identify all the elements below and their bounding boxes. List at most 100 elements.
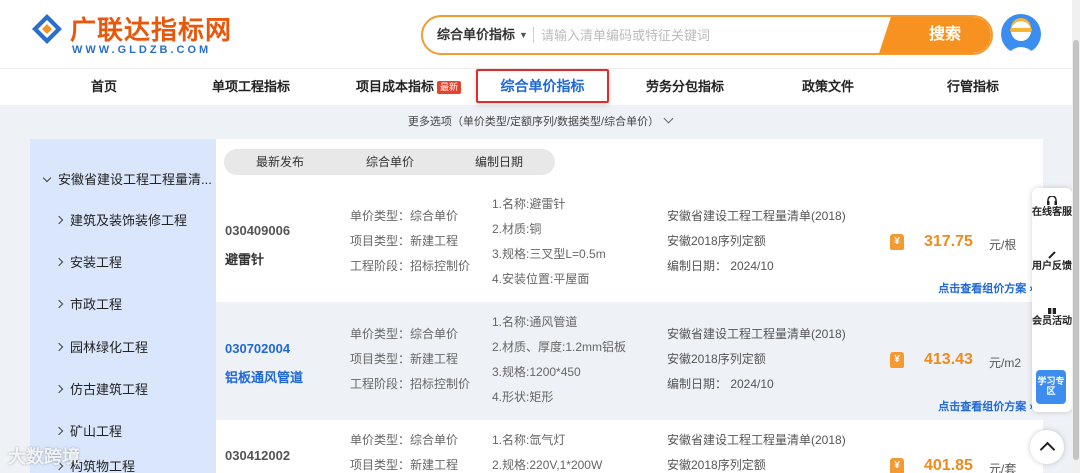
spec-line: 2.材质:铜 <box>492 222 542 236</box>
nav-unit-price-label: 综合单价指标 <box>500 78 585 94</box>
more-options[interactable]: 更多选项（单价类型/定额序列/数据类型/综合单价） <box>0 113 1080 129</box>
meta-price-type: 单价类型：综合单价 <box>350 327 459 341</box>
scrollbar-thumb[interactable] <box>1073 40 1079 460</box>
chevron-right-icon <box>54 257 64 267</box>
item-unit: 元/m2 <box>989 356 1022 370</box>
yuan-icon: ¥ <box>890 352 904 368</box>
item-spec: 1.名称:通风管道 2.材质、厚度:1.2mm铝板 3.规格:1200*450 … <box>492 310 626 410</box>
result-row[interactable]: 030702004 铝板通风管道 单价类型：综合单价 项目类型：新建工程 工程阶… <box>216 302 1043 420</box>
sidebar-item-label: 安装工程 <box>70 255 123 270</box>
sort-bar: 最新发布 综合单价 编制日期 <box>224 149 555 175</box>
sidebar-root[interactable]: 安徽省建设工程工程量清... <box>42 170 230 190</box>
nav-industry-index[interactable]: 行管指标 <box>947 69 999 105</box>
item-name[interactable]: 避雷针 <box>225 249 264 268</box>
spec-line: 1.名称:避雷针 <box>492 197 566 211</box>
sort-latest[interactable]: 最新发布 <box>256 149 304 175</box>
item-meta: 单价类型：综合单价 项目类型：新建工程 <box>350 428 458 473</box>
sidebar-item[interactable]: 建筑及装饰装修工程 <box>54 211 242 231</box>
item-spec: 1.名称:避雷针 2.材质:铜 3.规格:三叉型L=0.5m 4.安装位置:平屋… <box>492 192 606 292</box>
back-to-top-button[interactable] <box>1030 430 1064 464</box>
item-code[interactable]: 030702004 <box>225 341 290 356</box>
logo-text: 广联达指标网 <box>70 15 233 45</box>
caret-down-icon[interactable]: ▼ <box>519 17 528 53</box>
search-box: 综合单价指标 ▼ 搜索 <box>421 15 993 55</box>
sidebar-item[interactable]: 构筑物工程 <box>54 457 242 473</box>
more-options-label: 更多选项（单价类型/定额序列/数据类型/综合单价） <box>407 116 660 128</box>
chevron-right-icon <box>54 215 64 225</box>
info-quota: 安徽2018序列定额 <box>667 234 766 248</box>
info-standard: 安徽省建设工程工程量清单(2018) <box>667 433 846 447</box>
watermark: 大数跨境 <box>8 447 80 467</box>
yuan-icon: ¥ <box>890 234 904 250</box>
info-date: 编制日期： 2024/10 <box>667 259 774 273</box>
site-logo[interactable]: 广联达指标网 WWW.GLDZB.COM <box>30 10 240 56</box>
item-unit: 元/套 <box>989 462 1017 473</box>
nav-project-cost-label: 项目成本指标 <box>356 79 435 94</box>
category-sidebar: 安徽省建设工程工程量清... 建筑及装饰装修工程 安装工程 市政工程 园林绿化工… <box>30 139 216 473</box>
sidebar-item[interactable]: 园林绿化工程 <box>54 338 242 358</box>
item-info: 安徽省建设工程工程量清单(2018) 安徽2018序列定额 编制日期： 2024… <box>667 204 846 279</box>
result-row[interactable]: 030412002 单价类型：综合单价 项目类型：新建工程 1.名称:氙气灯 2… <box>216 420 1043 473</box>
spec-line: 2.材质、厚度:1.2mm铝板 <box>492 340 627 354</box>
info-quota: 安徽2018序列定额 <box>667 458 766 472</box>
user-feedback-label: 用户反馈 <box>1032 261 1072 272</box>
meta-price-type: 单价类型：综合单价 <box>350 209 459 223</box>
meta-stage: 工程阶段：招标控制价 <box>350 377 471 391</box>
pen-icon <box>1048 251 1056 259</box>
chevron-right-icon <box>54 426 64 436</box>
search-input[interactable] <box>541 21 901 49</box>
spec-line: 2.规格:220V,1*200W <box>492 458 603 472</box>
nav-unit-price[interactable]: 综合单价指标 <box>476 69 609 103</box>
sidebar-item[interactable]: 仿古建筑工程 <box>54 380 242 400</box>
item-code[interactable]: 030409006 <box>225 223 290 238</box>
item-code[interactable]: 030412002 <box>225 448 290 463</box>
sidebar-item[interactable]: 矿山工程 <box>54 422 242 442</box>
nav-home[interactable]: 首页 <box>91 69 117 105</box>
sidebar-item[interactable]: 安装工程 <box>54 253 242 273</box>
online-service-label: 在线客服 <box>1032 207 1072 218</box>
user-feedback-button[interactable]: 用户反馈 <box>1032 250 1072 272</box>
item-unit: 元/根 <box>989 238 1017 252</box>
view-combo-link[interactable]: 点击查看组价方案 › <box>938 280 1033 296</box>
user-icon <box>1007 18 1035 54</box>
sidebar-item-label: 仿古建筑工程 <box>70 382 149 397</box>
top-header: 广联达指标网 WWW.GLDZB.COM 综合单价指标 ▼ 搜索 <box>0 0 1080 68</box>
nav-single-project[interactable]: 单项工程指标 <box>212 69 290 105</box>
online-service-button[interactable]: 在线客服 <box>1032 196 1072 218</box>
sidebar-item-label: 市政工程 <box>70 297 123 312</box>
item-info: 安徽省建设工程工程量清单(2018) 安徽2018序列定额 编制日期： 2024… <box>667 322 846 397</box>
item-price: 401.85 <box>924 457 973 473</box>
nav-labor-subcontract[interactable]: 劳务分包指标 <box>646 69 724 105</box>
chevron-down-icon <box>663 113 674 124</box>
result-row[interactable]: 030409006 避雷针 单价类型：综合单价 项目类型：新建工程 工程阶段：招… <box>216 184 1043 302</box>
nav-policy-files[interactable]: 政策文件 <box>802 69 854 105</box>
sort-unit-price[interactable]: 综合单价 <box>366 149 414 175</box>
search-button-label: 搜索 <box>928 26 961 43</box>
member-activity-button[interactable]: 会员活动 <box>1032 305 1072 327</box>
sidebar-item-label: 建筑及装饰装修工程 <box>70 213 188 228</box>
item-name[interactable]: 铝板通风管道 <box>225 367 303 386</box>
gift-icon <box>1048 305 1056 314</box>
yuan-icon: ¥ <box>890 458 904 473</box>
spec-line: 4.安装位置:平屋面 <box>492 272 590 286</box>
spec-line: 4.形状:矩形 <box>492 390 554 404</box>
meta-project-type: 项目类型：新建工程 <box>350 234 459 248</box>
sidebar-item[interactable]: 市政工程 <box>54 295 242 315</box>
search-type-select[interactable]: 综合单价指标 <box>437 17 515 53</box>
item-price: 413.43 <box>924 351 973 368</box>
chevron-right-icon <box>54 384 64 394</box>
spec-line: 1.名称:氙气灯 <box>492 433 566 447</box>
view-combo-link[interactable]: 点击查看组价方案 › <box>938 398 1033 414</box>
page-scrollbar[interactable] <box>1072 0 1080 473</box>
search-button[interactable]: 搜索 <box>899 17 991 53</box>
sort-date[interactable]: 编制日期 <box>475 149 523 175</box>
member-activity-label: 会员活动 <box>1032 316 1072 327</box>
meta-stage: 工程阶段：招标控制价 <box>350 259 471 273</box>
headset-icon <box>1047 196 1057 205</box>
nav-project-cost[interactable]: 项目成本指标 最新 <box>356 69 462 105</box>
user-avatar[interactable] <box>1001 14 1041 54</box>
chevron-right-icon <box>54 342 64 352</box>
study-zone-button[interactable]: 学习专区 <box>1036 370 1066 404</box>
new-badge: 最新 <box>437 81 462 95</box>
spec-line: 1.名称:通风管道 <box>492 315 578 329</box>
